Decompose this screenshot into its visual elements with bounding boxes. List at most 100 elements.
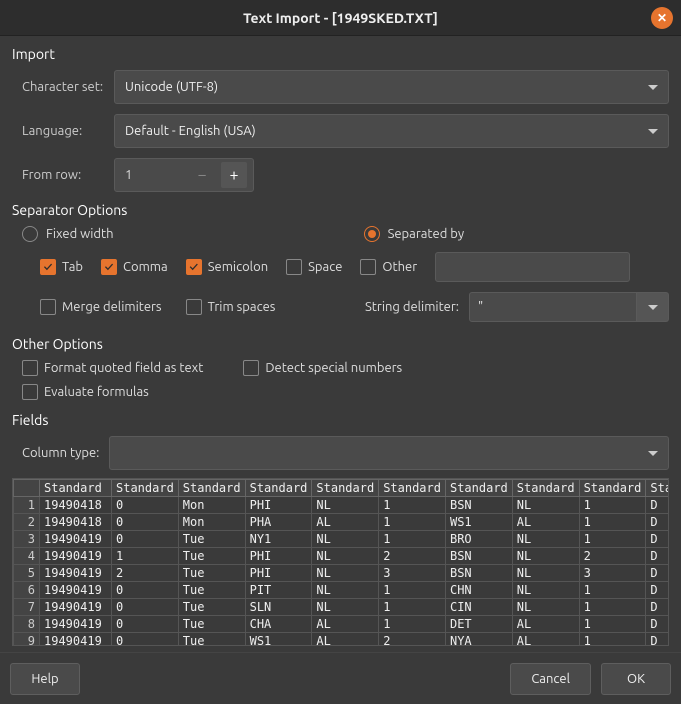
table-cell[interactable]: Tue bbox=[178, 531, 245, 548]
table-cell[interactable]: 0 bbox=[112, 514, 179, 531]
table-cell[interactable]: 1 bbox=[579, 633, 646, 647]
table-cell[interactable]: 1 bbox=[379, 616, 446, 633]
table-cell[interactable]: NL bbox=[312, 531, 379, 548]
table-cell[interactable]: Mon bbox=[178, 497, 245, 514]
comma-checkbox[interactable]: Comma bbox=[101, 259, 168, 275]
table-cell[interactable]: 19490419 bbox=[40, 616, 112, 633]
separated-by-radio[interactable]: Separated by bbox=[364, 226, 465, 242]
table-cell[interactable]: 3 bbox=[379, 565, 446, 582]
column-header[interactable]: Standard bbox=[245, 480, 312, 497]
table-cell[interactable]: 1 bbox=[579, 582, 646, 599]
table-cell[interactable]: Tue bbox=[178, 548, 245, 565]
table-cell[interactable]: 1 bbox=[379, 582, 446, 599]
format-quoted-checkbox[interactable]: Format quoted field as text bbox=[22, 360, 203, 376]
table-cell[interactable]: D bbox=[646, 531, 669, 548]
table-cell[interactable]: 2 bbox=[379, 633, 446, 647]
table-cell[interactable]: NL bbox=[512, 565, 579, 582]
column-header[interactable]: Standard bbox=[579, 480, 646, 497]
table-cell[interactable]: NL bbox=[312, 582, 379, 599]
table-cell[interactable]: Tue bbox=[178, 616, 245, 633]
table-cell[interactable]: D bbox=[646, 616, 669, 633]
table-cell[interactable]: WS1 bbox=[245, 633, 312, 647]
column-header[interactable]: Standard bbox=[178, 480, 245, 497]
spin-plus-button[interactable]: + bbox=[221, 162, 247, 188]
table-cell[interactable]: 19490418 bbox=[40, 497, 112, 514]
table-cell[interactable]: 2 bbox=[379, 548, 446, 565]
string-delimiter-select[interactable]: " bbox=[469, 292, 669, 322]
table-cell[interactable]: NL bbox=[312, 497, 379, 514]
table-cell[interactable]: PHI bbox=[245, 497, 312, 514]
table-cell[interactable]: 0 bbox=[112, 616, 179, 633]
help-button[interactable]: Help bbox=[10, 663, 80, 695]
other-checkbox[interactable]: Other bbox=[360, 259, 417, 275]
table-cell[interactable]: CHA bbox=[245, 616, 312, 633]
table-cell[interactable]: 0 bbox=[112, 497, 179, 514]
column-header[interactable]: Standard bbox=[379, 480, 446, 497]
trim-spaces-checkbox[interactable]: Trim spaces bbox=[186, 299, 276, 315]
table-cell[interactable]: NL bbox=[312, 548, 379, 565]
from-row-spinner[interactable]: 1 − + bbox=[114, 158, 254, 192]
table-cell[interactable]: SLN bbox=[245, 599, 312, 616]
table-cell[interactable]: D bbox=[646, 582, 669, 599]
preview-table[interactable]: StandardStandardStandardStandardStandard… bbox=[12, 478, 669, 646]
table-cell[interactable]: NL bbox=[512, 599, 579, 616]
table-cell[interactable]: 1 bbox=[579, 514, 646, 531]
table-cell[interactable]: 1 bbox=[379, 514, 446, 531]
table-cell[interactable]: D bbox=[646, 548, 669, 565]
table-cell[interactable]: 1 bbox=[579, 599, 646, 616]
table-cell[interactable]: BSN bbox=[445, 497, 512, 514]
table-cell[interactable]: BSN bbox=[445, 548, 512, 565]
table-cell[interactable]: 1 bbox=[579, 531, 646, 548]
column-header[interactable]: Standard bbox=[40, 480, 112, 497]
table-cell[interactable]: BRO bbox=[445, 531, 512, 548]
table-cell[interactable]: NL bbox=[312, 565, 379, 582]
table-cell[interactable]: PIT bbox=[245, 582, 312, 599]
table-cell[interactable]: 19490419 bbox=[40, 582, 112, 599]
evaluate-formulas-checkbox[interactable]: Evaluate formulas bbox=[22, 384, 149, 400]
table-cell[interactable]: 19490419 bbox=[40, 548, 112, 565]
table-cell[interactable]: 2 bbox=[579, 548, 646, 565]
table-cell[interactable]: D bbox=[646, 497, 669, 514]
close-icon[interactable]: ✕ bbox=[651, 7, 673, 29]
table-cell[interactable]: AL bbox=[512, 633, 579, 647]
table-cell[interactable]: PHI bbox=[245, 548, 312, 565]
table-cell[interactable]: D bbox=[646, 514, 669, 531]
charset-select[interactable]: Unicode (UTF-8) bbox=[114, 70, 669, 104]
language-select[interactable]: Default - English (USA) bbox=[114, 114, 669, 148]
table-cell[interactable]: 1 bbox=[379, 599, 446, 616]
table-cell[interactable]: CIN bbox=[445, 599, 512, 616]
table-cell[interactable]: 19490419 bbox=[40, 599, 112, 616]
table-cell[interactable]: Tue bbox=[178, 582, 245, 599]
table-cell[interactable]: NY1 bbox=[245, 531, 312, 548]
cancel-button[interactable]: Cancel bbox=[510, 663, 591, 695]
table-cell[interactable]: NL bbox=[512, 582, 579, 599]
table-cell[interactable]: 1 bbox=[379, 497, 446, 514]
table-cell[interactable]: D bbox=[646, 633, 669, 647]
table-cell[interactable]: PHI bbox=[245, 565, 312, 582]
table-cell[interactable]: 1 bbox=[112, 548, 179, 565]
table-cell[interactable]: 19490418 bbox=[40, 514, 112, 531]
table-cell[interactable]: D bbox=[646, 565, 669, 582]
table-cell[interactable]: Tue bbox=[178, 599, 245, 616]
table-cell[interactable]: 19490419 bbox=[40, 633, 112, 647]
merge-delimiters-checkbox[interactable]: Merge delimiters bbox=[40, 299, 162, 315]
table-cell[interactable]: WS1 bbox=[445, 514, 512, 531]
table-cell[interactable]: BSN bbox=[445, 565, 512, 582]
detect-special-checkbox[interactable]: Detect special numbers bbox=[243, 360, 402, 376]
ok-button[interactable]: OK bbox=[601, 663, 671, 695]
column-header[interactable]: Standard bbox=[512, 480, 579, 497]
other-separator-input[interactable] bbox=[435, 252, 630, 282]
table-cell[interactable]: NL bbox=[512, 497, 579, 514]
tab-checkbox[interactable]: Tab bbox=[40, 259, 83, 275]
spin-minus-button[interactable]: − bbox=[189, 162, 215, 188]
table-cell[interactable]: D bbox=[646, 599, 669, 616]
column-header[interactable]: Standard bbox=[312, 480, 379, 497]
table-cell[interactable]: AL bbox=[512, 616, 579, 633]
table-cell[interactable]: 0 bbox=[112, 599, 179, 616]
table-cell[interactable]: 19490419 bbox=[40, 531, 112, 548]
table-cell[interactable]: 0 bbox=[112, 633, 179, 647]
table-cell[interactable]: AL bbox=[312, 616, 379, 633]
space-checkbox[interactable]: Space bbox=[286, 259, 342, 275]
table-cell[interactable]: NYA bbox=[445, 633, 512, 647]
table-cell[interactable]: 3 bbox=[579, 565, 646, 582]
